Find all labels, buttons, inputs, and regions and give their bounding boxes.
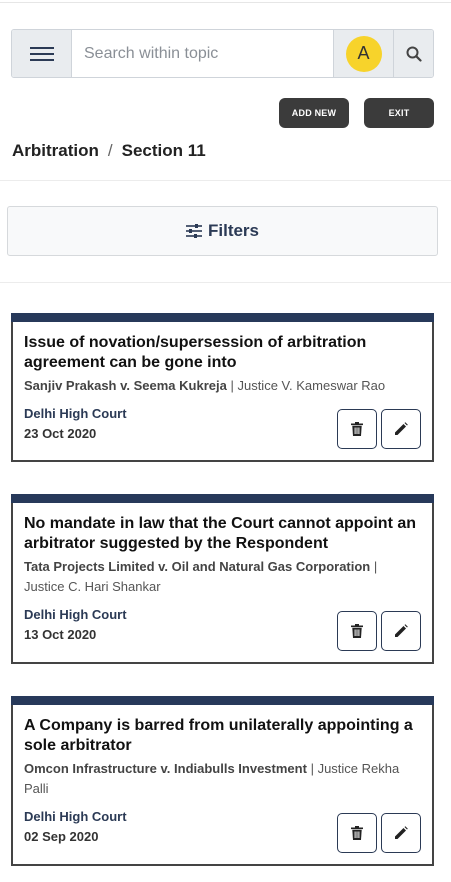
pencil-icon	[395, 826, 408, 839]
card-accent-bar	[11, 313, 434, 322]
pencil-icon	[395, 422, 408, 435]
filters-label: Filters	[207, 221, 260, 240]
top-divider	[0, 2, 451, 3]
sliders-icon	[185, 224, 202, 238]
delete-button[interactable]	[337, 409, 377, 449]
case-parties: Omcon Infrastructure v. Indiabulls Inves…	[24, 761, 307, 776]
search-input[interactable]	[72, 30, 333, 77]
card-accent-bar	[11, 494, 434, 503]
search-button[interactable]	[393, 30, 433, 77]
meta-separator: |	[310, 761, 314, 776]
hamburger-icon	[29, 46, 54, 61]
exit-button[interactable]: EXIT	[364, 98, 434, 128]
filters-button[interactable]: Filters	[7, 206, 438, 256]
divider	[0, 282, 451, 283]
breadcrumb-separator: /	[107, 141, 113, 160]
case-card[interactable]: A Company is barred from unilaterally ap…	[11, 696, 434, 866]
edit-button[interactable]	[381, 813, 421, 853]
breadcrumb-topic[interactable]: Arbitration	[12, 141, 99, 161]
delete-button[interactable]	[337, 813, 377, 853]
case-parties: Sanjiv Prakash v. Seema Kukreja	[24, 378, 227, 393]
case-meta: Omcon Infrastructure v. Indiabulls Inves…	[24, 759, 421, 799]
case-card[interactable]: No mandate in law that the Court cannot …	[11, 494, 434, 664]
edit-button[interactable]	[381, 409, 421, 449]
search-bar: A	[11, 29, 434, 78]
case-title[interactable]: No mandate in law that the Court cannot …	[24, 514, 421, 554]
search-icon	[406, 46, 422, 62]
case-parties: Tata Projects Limited v. Oil and Natural…	[24, 559, 371, 574]
divider	[0, 180, 451, 181]
case-judge: Justice C. Hari Shankar	[24, 579, 161, 594]
card-actions	[337, 409, 421, 449]
edit-button[interactable]	[381, 611, 421, 651]
trash-icon	[351, 422, 363, 436]
avatar[interactable]: A	[345, 35, 382, 72]
avatar-container[interactable]: A	[333, 30, 393, 77]
case-title[interactable]: A Company is barred from unilaterally ap…	[24, 716, 421, 756]
meta-separator: |	[373, 559, 378, 574]
card-accent-bar	[11, 696, 434, 705]
case-card[interactable]: Issue of novation/supersession of arbitr…	[11, 313, 434, 462]
card-actions	[337, 813, 421, 853]
breadcrumb-section: Section 11	[121, 141, 206, 160]
meta-separator: |	[230, 378, 234, 393]
add-new-button[interactable]: ADD NEW	[279, 98, 349, 128]
pencil-icon	[395, 624, 408, 637]
trash-icon	[351, 826, 363, 840]
case-title[interactable]: Issue of novation/supersession of arbitr…	[24, 333, 421, 373]
delete-button[interactable]	[337, 611, 377, 651]
trash-icon	[351, 624, 363, 638]
case-meta: Tata Projects Limited v. Oil and Natural…	[24, 557, 421, 597]
case-meta: Sanjiv Prakash v. Seema Kukreja | Justic…	[24, 376, 421, 396]
breadcrumb: Arbitration / Section 11	[12, 141, 206, 161]
menu-button[interactable]	[12, 30, 72, 77]
case-judge: Justice V. Kameswar Rao	[237, 378, 386, 393]
card-actions	[337, 611, 421, 651]
